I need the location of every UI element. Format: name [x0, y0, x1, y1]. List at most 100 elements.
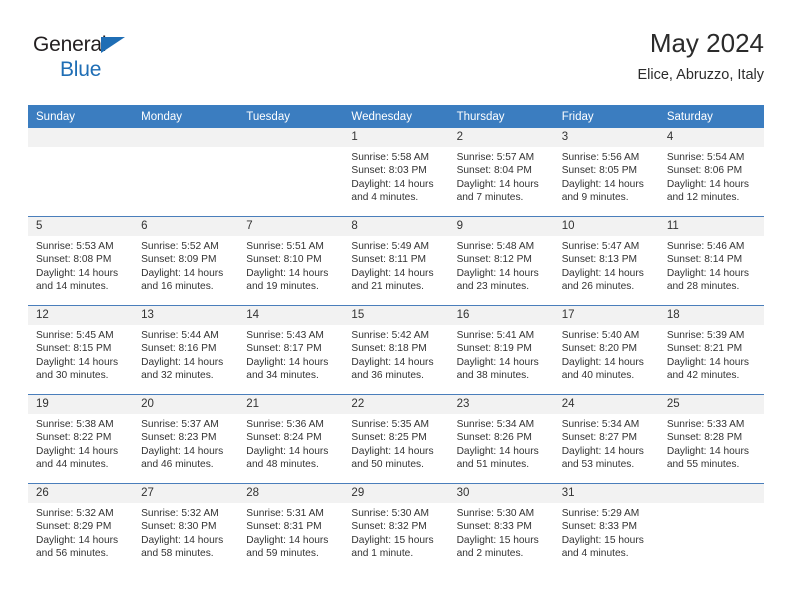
day-number: 28 [238, 484, 344, 503]
calendar-cell-day[interactable]: 8 Sunrise: 5:49 AM Sunset: 8:11 PM Daylight… [343, 216, 449, 306]
calendar-cell-day[interactable]: 22 Sunrise: 5:35 AM Sunset: 8:25 PM Dayligh… [343, 394, 449, 484]
day-number: 29 [343, 484, 449, 503]
calendar-cell-day[interactable]: 26 Sunrise: 5:32 AM Sunset: 8:29 PM Dayligh… [28, 483, 134, 572]
day-number: 19 [28, 395, 134, 414]
sunrise-text: Sunrise: 5:34 AM [456, 419, 535, 430]
calendar-cell-day[interactable]: 24 Sunrise: 5:34 AM Sunset: 8:27 PM Dayligh… [553, 394, 659, 484]
day-details: Sunrise: 5:36 AM Sunset: 8:24 PM Daylight:… [238, 414, 343, 472]
sunset-text: Sunset: 8:15 PM [36, 343, 112, 355]
calendar-cell-day[interactable]: 21 Sunrise: 5:36 AM Sunset: 8:24 PM Dayligh… [238, 394, 344, 484]
sunrise-text: Sunrise: 5:53 AM [36, 241, 114, 252]
calendar-week-row: 19 Sunrise: 5:38 AM Sunset: 8:22 PM Dayligh… [28, 394, 764, 484]
day-number [133, 128, 239, 147]
daylight-text-line2: and 53 minutes. [561, 459, 635, 471]
calendar-cell-day[interactable]: 11 Sunrise: 5:46 AM Sunset: 8:14 PM Dayligh… [658, 216, 764, 306]
calendar-cell-day[interactable]: 28 Sunrise: 5:31 AM Sunset: 8:31 PM Dayligh… [238, 483, 344, 572]
daylight-text-line1: Daylight: 14 hours [141, 267, 224, 279]
calendar-week-row: 5 Sunrise: 5:53 AM Sunset: 8:08 PM Daylight… [28, 216, 764, 306]
sunset-text: Sunset: 8:21 PM [666, 343, 743, 355]
day-details: Sunrise: 5:37 AM Sunset: 8:23 PM Daylight:… [133, 414, 238, 472]
sunset-text: Sunset: 8:26 PM [456, 432, 532, 444]
day-details: Sunrise: 5:43 AM Sunset: 8:17 PM Daylight:… [238, 325, 343, 383]
calendar-cell-day[interactable]: 25 Sunrise: 5:33 AM Sunset: 8:28 PM Dayligh… [658, 394, 764, 484]
daylight-text-line2: and 40 minutes. [561, 370, 635, 382]
sunset-text: Sunset: 8:17 PM [246, 343, 322, 355]
calendar-cell-day[interactable]: 3 Sunrise: 5:56 AM Sunset: 8:05 PM Daylight… [553, 128, 659, 217]
daylight-text-line2: and 7 minutes. [456, 192, 524, 204]
calendar-cell-day[interactable]: 14 Sunrise: 5:43 AM Sunset: 8:17 PM Dayligh… [238, 305, 344, 395]
sunset-text: Sunset: 8:03 PM [351, 165, 427, 177]
day-number: 25 [658, 395, 764, 414]
day-number: 9 [448, 217, 554, 236]
daylight-text-line1: Daylight: 14 hours [456, 445, 539, 457]
daylight-text-line1: Daylight: 14 hours [141, 534, 224, 546]
day-number: 8 [343, 217, 449, 236]
sunrise-text: Sunrise: 5:51 AM [246, 241, 324, 252]
day-details: Sunrise: 5:39 AM Sunset: 8:21 PM Daylight:… [659, 325, 764, 383]
day-number: 23 [448, 395, 554, 414]
triangle-icon [101, 37, 125, 53]
calendar-cell-day[interactable]: 1 Sunrise: 5:58 AM Sunset: 8:03 PM Daylight… [343, 128, 449, 217]
sunset-text: Sunset: 8:33 PM [561, 521, 638, 533]
calendar-cell-day[interactable]: 16 Sunrise: 5:41 AM Sunset: 8:19 PM Dayligh… [448, 305, 554, 395]
daylight-text-line2: and 44 minutes. [36, 459, 109, 471]
day-details: Sunrise: 5:52 AM Sunset: 8:09 PM Daylight:… [133, 236, 238, 294]
calendar-cell-day[interactable]: 29 Sunrise: 5:30 AM Sunset: 8:32 PM Dayligh… [343, 483, 449, 572]
calendar-cell-day[interactable]: 7 Sunrise: 5:51 AM Sunset: 8:10 PM Daylight… [238, 216, 344, 306]
calendar-cell-day[interactable]: 12 Sunrise: 5:45 AM Sunset: 8:15 PM Dayligh… [28, 305, 134, 395]
calendar-cell-day[interactable]: 27 Sunrise: 5:32 AM Sunset: 8:30 PM Dayligh… [133, 483, 239, 572]
daylight-text-line1: Daylight: 14 hours [456, 267, 539, 279]
sunset-text: Sunset: 8:13 PM [561, 254, 638, 266]
sunrise-text: Sunrise: 5:29 AM [561, 508, 640, 519]
day-number: 6 [133, 217, 239, 236]
calendar-cell-day[interactable]: 17 Sunrise: 5:40 AM Sunset: 8:20 PM Dayligh… [553, 305, 659, 395]
sunrise-text: Sunrise: 5:35 AM [351, 419, 430, 430]
calendar-cell-day[interactable]: 15 Sunrise: 5:42 AM Sunset: 8:18 PM Dayligh… [343, 305, 449, 395]
day-number: 11 [658, 217, 764, 236]
calendar-cell-day[interactable]: 19 Sunrise: 5:38 AM Sunset: 8:22 PM Dayligh… [28, 394, 134, 484]
day-details: Sunrise: 5:32 AM Sunset: 8:30 PM Daylight:… [133, 503, 238, 561]
weekday-header-tuesday: Tuesday [238, 105, 344, 128]
sunrise-text: Sunrise: 5:37 AM [141, 419, 219, 430]
day-details: Sunrise: 5:35 AM Sunset: 8:25 PM Daylight:… [343, 414, 448, 472]
sunset-text: Sunset: 8:33 PM [456, 521, 532, 533]
day-details: Sunrise: 5:58 AM Sunset: 8:03 PM Daylight:… [343, 147, 448, 205]
sunrise-text: Sunrise: 5:32 AM [141, 508, 219, 519]
calendar-cell-day[interactable]: 2 Sunrise: 5:57 AM Sunset: 8:04 PM Daylight… [448, 128, 554, 217]
daylight-text-line2: and 36 minutes. [351, 370, 424, 382]
calendar-cell-day[interactable]: 9 Sunrise: 5:48 AM Sunset: 8:12 PM Daylight… [448, 216, 554, 306]
calendar-week-row: 12 Sunrise: 5:45 AM Sunset: 8:15 PM Dayligh… [28, 305, 764, 395]
calendar-cell-day[interactable]: 4 Sunrise: 5:54 AM Sunset: 8:06 PM Daylight… [658, 128, 764, 217]
calendar-header-row: Sunday Monday Tuesday Wednesday Thursday Frid… [28, 105, 764, 128]
calendar-table: Sunday Monday Tuesday Wednesday Thursday Frid… [28, 105, 764, 572]
day-details: Sunrise: 5:33 AM Sunset: 8:28 PM Daylight:… [659, 414, 764, 472]
day-number: 17 [553, 306, 659, 325]
sunset-text: Sunset: 8:22 PM [36, 432, 112, 444]
calendar-cell-day[interactable]: 20 Sunrise: 5:37 AM Sunset: 8:23 PM Dayligh… [133, 394, 239, 484]
day-number: 3 [553, 128, 659, 147]
day-details: Sunrise: 5:46 AM Sunset: 8:14 PM Daylight:… [659, 236, 764, 294]
calendar-cell-day[interactable]: 31 Sunrise: 5:29 AM Sunset: 8:33 PM Dayligh… [553, 483, 659, 572]
daylight-text-line2: and 21 minutes. [351, 281, 424, 293]
sunrise-text: Sunrise: 5:48 AM [456, 241, 535, 252]
calendar-cell-day[interactable]: 5 Sunrise: 5:53 AM Sunset: 8:08 PM Daylight… [28, 216, 134, 306]
day-number: 13 [133, 306, 239, 325]
title-block: May 2024 Elice, Abruzzo, Italy [637, 28, 764, 85]
day-details: Sunrise: 5:45 AM Sunset: 8:15 PM Daylight:… [28, 325, 133, 383]
sunrise-text: Sunrise: 5:31 AM [246, 508, 324, 519]
calendar-cell-day[interactable]: 10 Sunrise: 5:47 AM Sunset: 8:13 PM Dayligh… [553, 216, 659, 306]
calendar-cell-day[interactable]: 6 Sunrise: 5:52 AM Sunset: 8:09 PM Daylight… [133, 216, 239, 306]
calendar-cell-day[interactable]: 13 Sunrise: 5:44 AM Sunset: 8:16 PM Dayligh… [133, 305, 239, 395]
calendar-cell-day[interactable]: 23 Sunrise: 5:34 AM Sunset: 8:26 PM Dayligh… [448, 394, 554, 484]
calendar-cell-day[interactable]: 30 Sunrise: 5:30 AM Sunset: 8:33 PM Dayligh… [448, 483, 554, 572]
sunrise-text: Sunrise: 5:49 AM [351, 241, 430, 252]
daylight-text-line2: and 32 minutes. [141, 370, 214, 382]
sunset-text: Sunset: 8:18 PM [351, 343, 427, 355]
daylight-text-line2: and 12 minutes. [666, 192, 740, 204]
day-details: Sunrise: 5:40 AM Sunset: 8:20 PM Daylight:… [554, 325, 659, 383]
calendar-cell-day[interactable]: 18 Sunrise: 5:39 AM Sunset: 8:21 PM Dayligh… [658, 305, 764, 395]
day-number: 10 [553, 217, 659, 236]
logo-text-blue: Blue [60, 58, 102, 81]
day-number: 27 [133, 484, 239, 503]
daylight-text-line2: and 28 minutes. [666, 281, 740, 293]
